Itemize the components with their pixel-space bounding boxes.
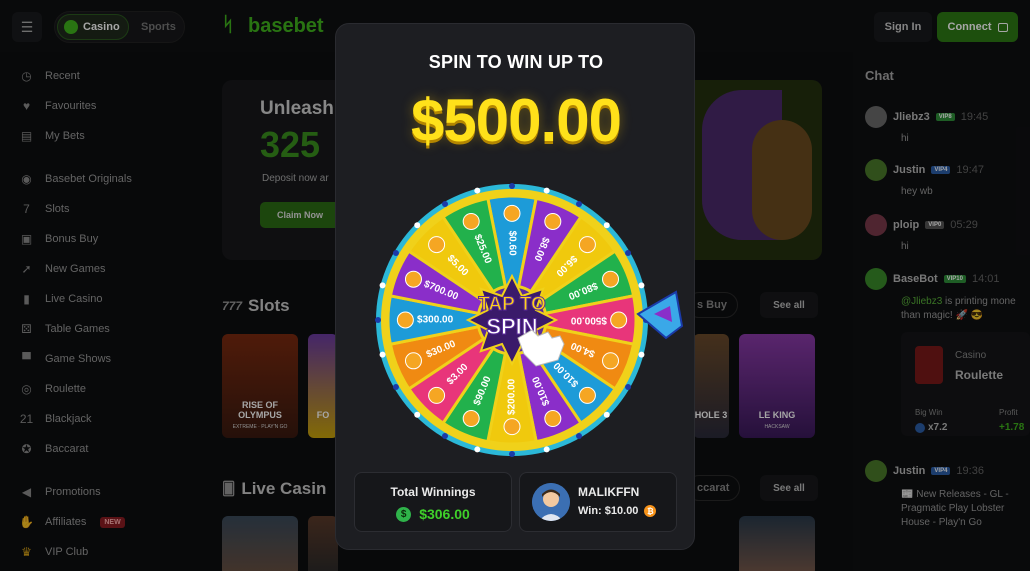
wheel-segment-label: $500.00: [570, 314, 607, 325]
rim-light: [509, 183, 515, 189]
prize-wheel-svg[interactable]: $0.60 $8.00$6.00$80.00$500.00$4.00$10.00$…: [374, 170, 684, 470]
spin-wheel-modal: SPIN TO WIN UP TO $500.00 $0.60 $8.00 $6.0…: [335, 23, 695, 550]
tap-to-label[interactable]: TAP TO: [478, 294, 547, 316]
rim-light: [392, 250, 399, 256]
crypto-coin-icon: [428, 386, 446, 404]
crypto-coin-icon: [462, 410, 480, 428]
total-winnings-box: Total Winnings $ $306.00: [354, 472, 512, 532]
crypto-coin-icon: [544, 410, 562, 428]
crypto-coin-icon: [602, 270, 620, 288]
wheel-segment-label: $0.60: [506, 231, 517, 256]
crypto-coin-icon: [428, 236, 446, 254]
total-winnings-label: Total Winnings: [390, 485, 476, 499]
rim-light: [442, 200, 448, 207]
total-winnings-row: $ $306.00: [355, 506, 511, 522]
rim-light: [603, 411, 610, 418]
rim-light: [379, 282, 386, 289]
crypto-coin-icon: [602, 352, 620, 370]
rim-light: [638, 282, 645, 289]
winner-avatar: [532, 483, 570, 521]
winner-win-row: Win: $10.00 ₿: [578, 505, 657, 517]
rim-light: [474, 446, 481, 453]
rim-light: [625, 250, 632, 256]
total-winnings-value: $306.00: [419, 506, 470, 522]
prize-wheel[interactable]: $0.60 $8.00 $6.00 $80.00 $500.00 $4.00 $10.00 $…: [374, 170, 684, 470]
crypto-coin-icon: [503, 204, 521, 222]
rim-light: [509, 451, 515, 457]
crypto-coin-icon: [396, 311, 414, 329]
prize-amount: $500.00: [411, 87, 622, 154]
rim-light: [625, 384, 632, 390]
wheel-segment-label: $200.00: [507, 378, 518, 415]
rim-light: [638, 351, 645, 358]
dollar-coin-icon: $: [396, 506, 412, 522]
crypto-coin-icon: [544, 212, 562, 230]
recent-winner-box: MALIKFFN Win: $10.00 ₿: [519, 472, 677, 532]
rim-light: [543, 446, 550, 453]
rim-light: [603, 222, 610, 229]
rim-light: [375, 317, 381, 323]
crypto-coin-icon: [578, 386, 596, 404]
bitcoin-icon: ₿: [644, 505, 657, 517]
rim-light: [414, 411, 421, 418]
winner-name: MALIKFFN: [578, 485, 640, 499]
rim-light: [543, 187, 550, 194]
rim-light: [392, 384, 399, 390]
rim-light: [442, 433, 448, 440]
crypto-coin-icon: [610, 311, 628, 329]
rim-light: [576, 200, 582, 207]
rim-light: [576, 433, 582, 440]
crypto-coin-icon: [503, 418, 521, 436]
rim-light: [379, 351, 386, 358]
crypto-coin-icon: [404, 352, 422, 370]
rim-light: [414, 222, 421, 229]
crypto-coin-icon: [462, 212, 480, 230]
wheel-segment-label: $300.00: [417, 315, 454, 326]
rim-light: [474, 187, 481, 194]
winner-win-amount: Win: $10.00: [578, 505, 639, 517]
crypto-coin-icon: [404, 270, 422, 288]
crypto-coin-icon: [578, 236, 596, 254]
modal-title: SPIN TO WIN UP TO: [428, 52, 604, 72]
